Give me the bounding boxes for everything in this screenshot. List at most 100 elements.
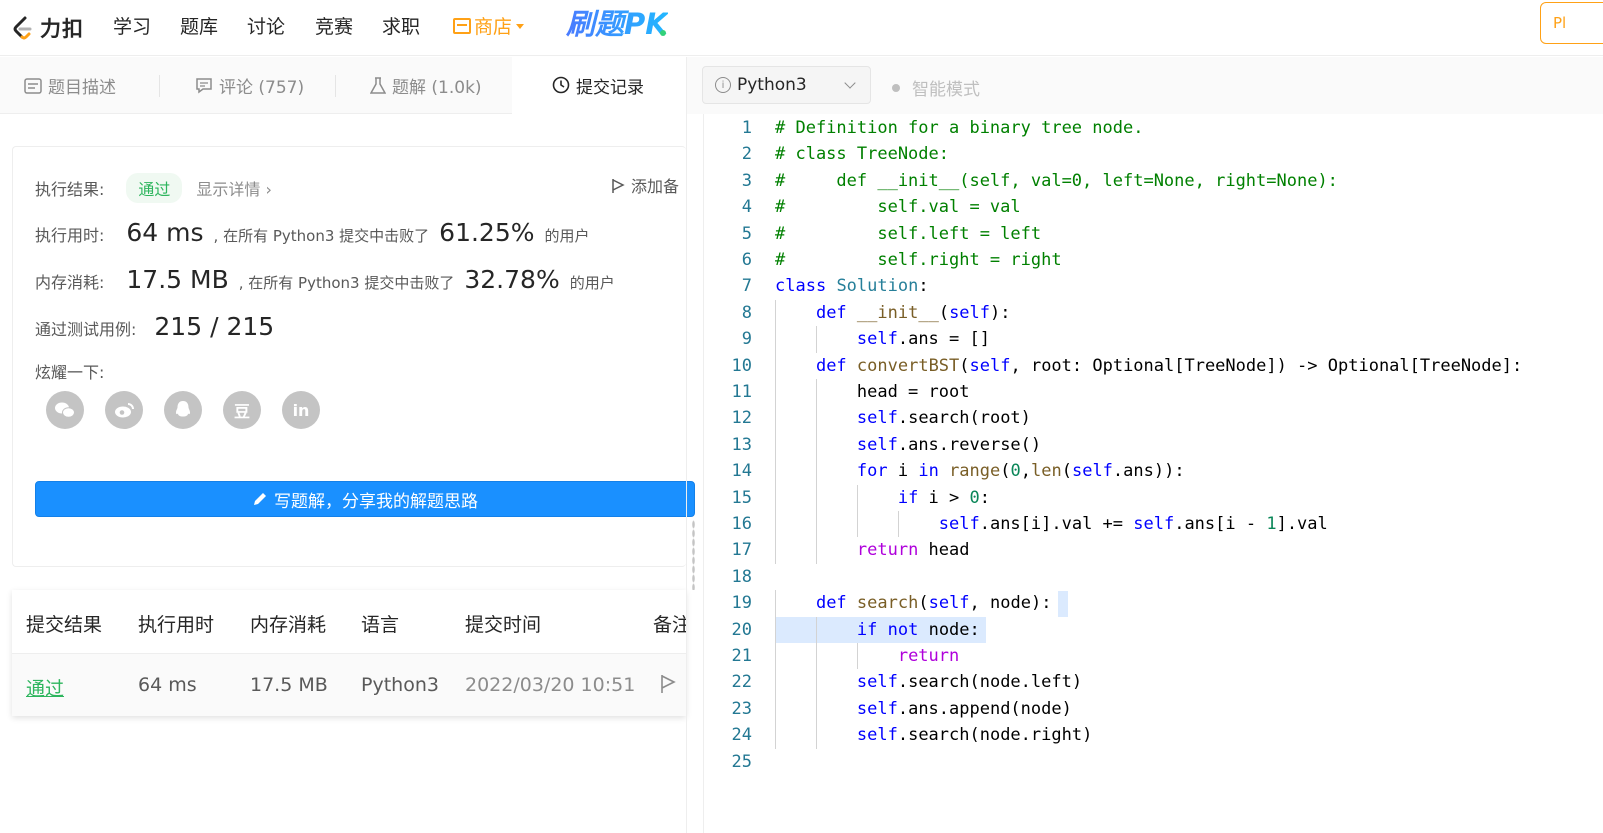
weibo-icon[interactable] <box>105 391 143 429</box>
code-text: self.search(node.left) <box>856 672 1083 693</box>
submission-result-link[interactable]: 通过 <box>26 674 64 701</box>
line-number: 5 <box>741 223 752 244</box>
memory-label: 内存消耗: <box>35 273 105 292</box>
nav-link-discuss[interactable]: 讨论 <box>247 12 285 42</box>
column-header-language: 语言 <box>361 614 400 636</box>
indent-guide <box>775 431 776 459</box>
bracket-match-highlight <box>1058 591 1068 617</box>
runtime-row: 执行用时: 64 ms , 在所有 Python3 提交中击败了 61.25% … <box>35 218 590 247</box>
caret-down-icon <box>516 24 525 29</box>
code-text: # Definition for a binary tree node. <box>775 118 1144 138</box>
indent-guide <box>775 405 776 432</box>
nav-link-jobs[interactable]: 求职 <box>382 12 420 42</box>
code-text: def convertBST(self, root: Optional[Tree… <box>815 355 1523 376</box>
pk-brand-link[interactable]: 刷题PK <box>566 4 668 44</box>
line-number: 12 <box>731 408 752 429</box>
tab-submissions[interactable]: 提交记录 <box>512 57 686 114</box>
status-badge: 通过 <box>126 173 183 203</box>
line-number: 4 <box>741 197 752 218</box>
table-row: 通过 64 ms 17.5 MB Python3 2022/03/20 10:5… <box>12 653 686 716</box>
line-number: 22 <box>731 672 752 693</box>
line-number: 20 <box>731 619 752 640</box>
tab-divider <box>335 75 336 97</box>
submission-memory: 17.5 MB <box>250 674 328 696</box>
indent-guide <box>816 326 817 353</box>
submission-language: Python3 <box>361 674 439 696</box>
indent-guide <box>775 511 776 538</box>
submissions-table: 提交结果 执行用时 内存消耗 语言 提交时间 备注 通过 64 ms 17.5 … <box>12 590 686 716</box>
indent-guide <box>775 590 776 617</box>
indent-guide <box>816 722 817 749</box>
nav-link-learn[interactable]: 学习 <box>113 12 151 42</box>
editor-toolbar: i Python3 智能模式 <box>687 57 1603 114</box>
indent-guide <box>816 484 817 511</box>
splitter-grip-handle[interactable] <box>692 520 695 590</box>
problem-tabs: 题目描述 评论 (757) 题解 (1.0k) 提交记录 <box>0 57 686 114</box>
indent-guide <box>816 431 817 459</box>
indent-guide <box>816 643 817 670</box>
tests-label: 通过测试用例: <box>35 320 137 339</box>
line-number: 9 <box>741 329 752 350</box>
qq-icon[interactable] <box>164 391 202 429</box>
indent-guide <box>775 722 776 749</box>
line-number: 25 <box>731 751 752 772</box>
line-number: 15 <box>731 487 752 508</box>
show-details-link[interactable]: 显示详情 › <box>196 176 272 200</box>
code-text: if i > 0: <box>897 487 990 508</box>
memory-text: , 在所有 Python3 提交中击败了 <box>238 274 455 292</box>
indent-guide <box>816 616 817 643</box>
memory-row: 内存消耗: 17.5 MB , 在所有 Python3 提交中击败了 32.78… <box>35 265 615 294</box>
code-text: self.ans = [] <box>856 329 990 350</box>
line-number: 13 <box>731 434 752 455</box>
indent-guide <box>857 484 858 511</box>
indent-guide <box>775 669 776 696</box>
douban-icon[interactable]: 豆 <box>223 391 261 429</box>
status-label: 执行结果: <box>35 180 105 199</box>
tab-solutions[interactable]: 题解 (1.0k) <box>370 57 482 114</box>
code-editor[interactable]: 1 # Definition for a binary tree node. 2 # … <box>703 114 1603 833</box>
logo-text: 力扣 <box>40 17 84 41</box>
code-text: head = root <box>775 382 970 402</box>
write-solution-button[interactable]: 写题解，分享我的解题思路 <box>35 481 695 517</box>
column-header-result: 提交结果 <box>26 614 103 636</box>
tab-description[interactable]: 题目描述 <box>24 57 116 114</box>
line-number: 23 <box>731 698 752 719</box>
plus-button[interactable]: Pl <box>1540 2 1603 44</box>
indent-guide <box>775 616 776 643</box>
pk-decoration-dot <box>660 30 666 36</box>
code-text: # self.right = right <box>775 250 1062 270</box>
column-header-memory: 内存消耗 <box>250 614 327 636</box>
smart-mode-toggle[interactable]: 智能模式 <box>892 75 980 100</box>
indent-guide <box>816 379 817 406</box>
comment-icon <box>196 78 212 94</box>
indent-guide <box>775 379 776 406</box>
panel-splitter[interactable] <box>686 57 687 833</box>
line-number: 6 <box>741 250 752 270</box>
code-text: return <box>897 646 960 666</box>
indent-guide <box>816 458 817 485</box>
share-label: 炫耀一下: <box>35 363 105 382</box>
column-header-note: 备注 <box>653 614 686 636</box>
tab-comments[interactable]: 评论 (757) <box>195 57 304 114</box>
linkedin-icon[interactable]: in <box>282 391 320 429</box>
nav-link-problems[interactable]: 题库 <box>180 12 218 42</box>
leetcode-logo-icon <box>13 16 32 40</box>
nav-link-contest[interactable]: 竞赛 <box>315 12 353 42</box>
line-number: 8 <box>741 302 752 323</box>
code-text: def __init__(self): <box>815 302 1011 323</box>
flag-icon[interactable] <box>660 674 676 694</box>
submission-runtime: 64 ms <box>138 674 197 696</box>
indent-guide <box>775 695 776 723</box>
flag-icon <box>612 179 625 193</box>
language-select-value: Python3 <box>737 75 807 95</box>
code-text: # class TreeNode: <box>775 144 949 165</box>
runtime-value: 64 ms <box>126 218 204 247</box>
code-text: if not node: <box>856 619 980 640</box>
code-text: self.search(node.right) <box>856 725 1093 746</box>
nav-link-shop[interactable]: 商店 <box>453 12 525 42</box>
line-number: 3 <box>741 170 752 191</box>
language-select[interactable]: i Python3 <box>702 66 871 104</box>
logo[interactable]: 力扣 <box>10 8 84 48</box>
add-note-button[interactable]: 添加备 <box>611 173 679 197</box>
wechat-icon[interactable] <box>46 391 84 429</box>
